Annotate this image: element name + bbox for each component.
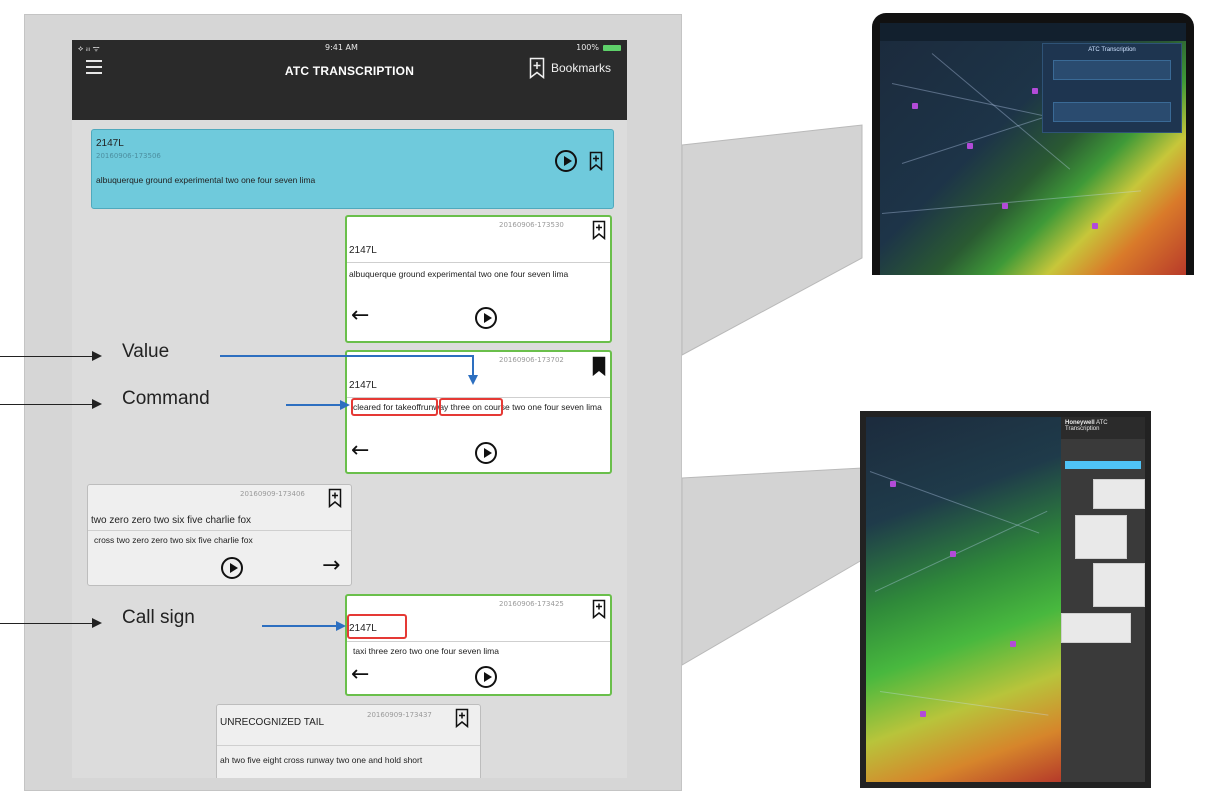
message-tail: 2147L [349,245,377,256]
message-card[interactable]: 20160906-173530 2147L albuquerque ground… [345,215,612,343]
message-box [1061,613,1131,643]
atc-panel-row [1053,102,1171,122]
divider [347,262,610,263]
map-toolbar [880,23,1186,41]
atc-side-header: Honeywell ATC Transcription [1061,417,1145,439]
command-pointer-head [340,400,350,410]
message-timestamp: 20160909-173437 [367,711,432,719]
map-thumbnail-bottom: Honeywell ATC Transcription [860,411,1151,788]
atc-panel-title: ATC Transcription [1088,47,1136,53]
divider [347,641,610,642]
bookmark-filled-icon[interactable] [592,356,606,376]
bookmark-add-icon[interactable] [589,151,603,171]
command-pointer-line [286,404,340,406]
play-button[interactable] [555,150,577,172]
call-sign-pointer-line [262,625,336,627]
message-tail: 2147L [349,380,377,391]
annotation-value-label: Value [122,341,170,362]
message-card-other[interactable]: UNRECOGNIZED TAIL 20160909-173437 ah two… [216,704,481,778]
value-pointer-head [468,375,478,385]
arrow-left-icon[interactable]: ← [351,305,369,327]
bookmark-add-icon[interactable] [455,708,469,728]
battery-label: 100% [576,43,599,52]
divider [217,745,480,746]
annotation-command-label: Command [122,388,210,409]
call-sign-highlight [347,614,407,639]
annotation-arrow-line [0,404,92,405]
message-card[interactable]: 20160906-173425 2147L taxi three zero tw… [345,594,612,696]
message-text: albuquerque ground experimental two one … [96,175,316,185]
status-signal: ⟡ ᵢₗₗ ᯤ [78,44,100,53]
app-header: ⟡ ᵢₗₗ ᯤ 9:41 AM 100% ATC TRANSCRIPTION B… [72,40,627,120]
message-card-highlighted[interactable]: 2147L 20160906-173506 albuquerque ground… [91,129,614,209]
bookmarks-label: Bookmarks [550,61,611,75]
play-button[interactable] [475,307,497,329]
map-thumbnail-top: ATC Transcription [872,13,1194,275]
status-battery: 100% [576,43,621,52]
bookmarks-button[interactable]: Bookmarks [529,57,611,79]
annotation-arrow-head [92,618,102,628]
message-tail: two zero zero two six five charlie fox [91,515,252,526]
message-timestamp: 20160906-173702 [499,356,564,364]
message-box [1093,479,1145,509]
annotation-arrow-head [92,351,102,361]
message-timestamp: 20160906-173530 [499,221,564,229]
bookmark-add-icon[interactable] [328,488,342,508]
call-sign-pointer-head [336,621,346,631]
message-text: cross two zero zero two six five charlie… [94,535,253,545]
message-timestamp: 20160909-173406 [240,490,305,498]
atc-panel: ATC Transcription [1042,43,1182,133]
message-timestamp: 20160906-173506 [96,152,161,160]
message-card-bookmarked[interactable]: 20160906-173702 2147L cleared for takeof… [345,350,612,474]
bookmark-add-icon [529,57,545,79]
highlighted-row [1065,461,1141,469]
atc-panel-row [1053,60,1171,80]
message-box [1093,563,1145,607]
message-tail: 2147L [96,138,124,149]
arrow-right-icon[interactable]: → [322,555,340,577]
bookmark-add-icon[interactable] [592,599,606,619]
value-highlight [439,398,503,416]
message-tail: UNRECOGNIZED TAIL [220,717,325,728]
annotation-arrow-head [92,399,102,409]
message-text: ah two five eight cross runway two one a… [220,755,423,765]
atc-side-panel: Honeywell ATC Transcription [1061,417,1145,782]
message-card-other[interactable]: 20160909-173406 two zero zero two six fi… [87,484,352,586]
annotation-arrow-line [0,623,92,624]
play-button[interactable] [475,442,497,464]
battery-icon [603,44,621,51]
value-pointer-line [220,355,473,357]
annotation-arrow-line [0,356,92,357]
arrow-left-icon[interactable]: ← [351,440,369,462]
status-time: 9:41 AM [325,43,358,52]
value-pointer-line-vertical [472,355,474,375]
play-button[interactable] [221,557,243,579]
weather-map [866,417,1061,782]
arrow-left-icon[interactable]: ← [351,664,369,686]
message-text: albuquerque ground experimental two one … [349,269,569,279]
annotation-call-sign-label: Call sign [122,607,195,628]
message-timestamp: 20160906-173425 [499,600,564,608]
bookmark-add-icon[interactable] [592,220,606,240]
message-text: taxi three zero two one four seven lima [353,646,499,656]
message-box [1075,515,1127,559]
play-button[interactable] [475,666,497,688]
divider [88,530,351,531]
command-highlight [351,398,438,416]
